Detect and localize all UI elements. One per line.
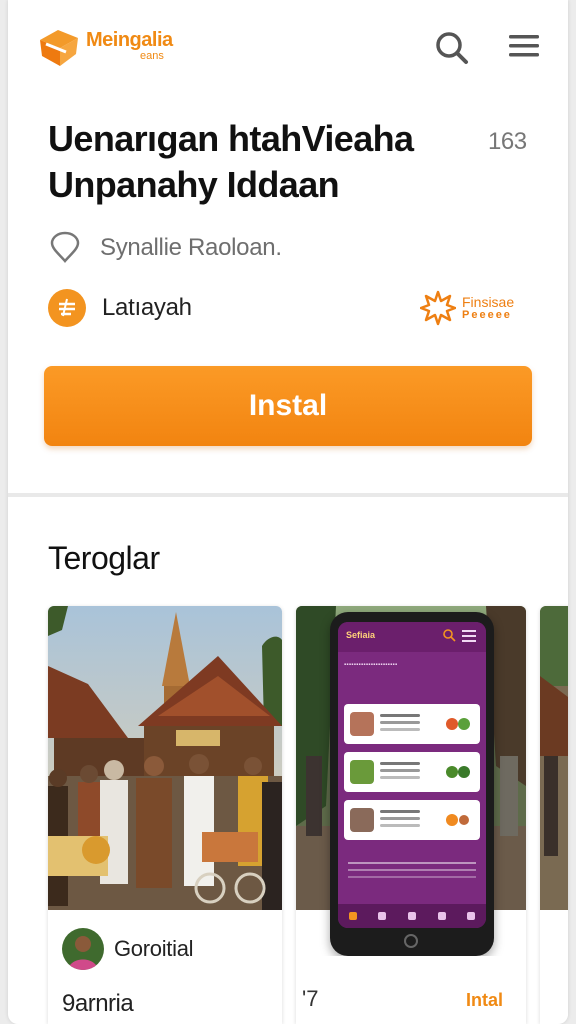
logo-subtitle: eans	[140, 50, 164, 62]
app-page: Meingalia eans Uenarıgan htahVieaha Unpa…	[8, 0, 568, 1024]
section-title: Teroglar	[48, 540, 160, 576]
app-title-line-1: Uenarıgan htahVieaha	[48, 118, 414, 159]
search-icon	[436, 32, 468, 64]
award-badge: Finsisae Peeeee	[420, 290, 550, 326]
phone-text-lines	[348, 862, 476, 864]
phone-app-brand: Sefiaia	[346, 630, 376, 640]
phone-search-icon	[443, 629, 456, 642]
install-button[interactable]: Instal	[44, 366, 532, 446]
badge-subtitle: Peeeee	[462, 308, 512, 321]
phone-screen-heading: ▪▪▪▪▪▪▪▪▪▪▪▪▪▪▪▪▪▪▪▪▪▪	[344, 662, 398, 668]
card-number: '7	[302, 986, 319, 1011]
phone-home-button	[404, 934, 418, 948]
phone-list-item	[344, 800, 480, 840]
phone-screen: Sefiaia ▪▪▪▪▪▪▪▪▪▪▪▪▪▪▪▪▪▪▪▪▪▪	[338, 622, 486, 928]
screenshot-card-3[interactable]	[540, 606, 568, 1024]
avatar	[62, 928, 104, 970]
screenshot-card-1[interactable]: Goroitial 9arnria	[48, 606, 282, 1024]
app-title: Uenarıgan htahVieaha Unpanahy Iddaan	[48, 116, 468, 208]
rating-count: 163	[488, 128, 527, 155]
section-divider	[8, 493, 568, 497]
phone-list-item	[344, 752, 480, 792]
star-badge-icon	[420, 290, 456, 326]
menu-button[interactable]	[504, 28, 544, 68]
logo[interactable]: Meingalia eans	[36, 24, 216, 72]
phone-list-item	[344, 704, 480, 744]
badge-title: Finsisae	[462, 293, 515, 310]
logo-name: Meingalia	[86, 29, 173, 51]
temple-market-photo	[48, 606, 282, 910]
hamburger-menu-icon	[509, 35, 539, 57]
partial-card-photo	[540, 606, 568, 910]
header: Meingalia eans	[8, 0, 568, 100]
card-subtitle: 9arnria	[62, 990, 134, 1017]
language-icon	[48, 289, 86, 327]
app-title-line-2: Unpanahy Iddaan	[48, 164, 340, 205]
location-row: Synallie Raoloan.	[48, 228, 528, 268]
screenshot-card-2[interactable]: Sefiaia ▪▪▪▪▪▪▪▪▪▪▪▪▪▪▪▪▪▪▪▪▪▪ '7 Intal	[296, 606, 526, 1024]
map-pin-icon	[50, 231, 80, 263]
card-install-link[interactable]: Intal	[466, 990, 503, 1011]
location-text: Synallie Raoloan.	[100, 234, 282, 261]
search-button[interactable]	[432, 28, 472, 68]
phone-mockup: Sefiaia ▪▪▪▪▪▪▪▪▪▪▪▪▪▪▪▪▪▪▪▪▪▪	[330, 612, 494, 956]
logo-box-icon	[40, 30, 78, 66]
phone-bottom-nav	[338, 904, 486, 928]
language-text: Latıayah	[102, 294, 192, 321]
phone-menu-icon	[462, 630, 476, 642]
card-title: Goroitial	[114, 936, 194, 961]
